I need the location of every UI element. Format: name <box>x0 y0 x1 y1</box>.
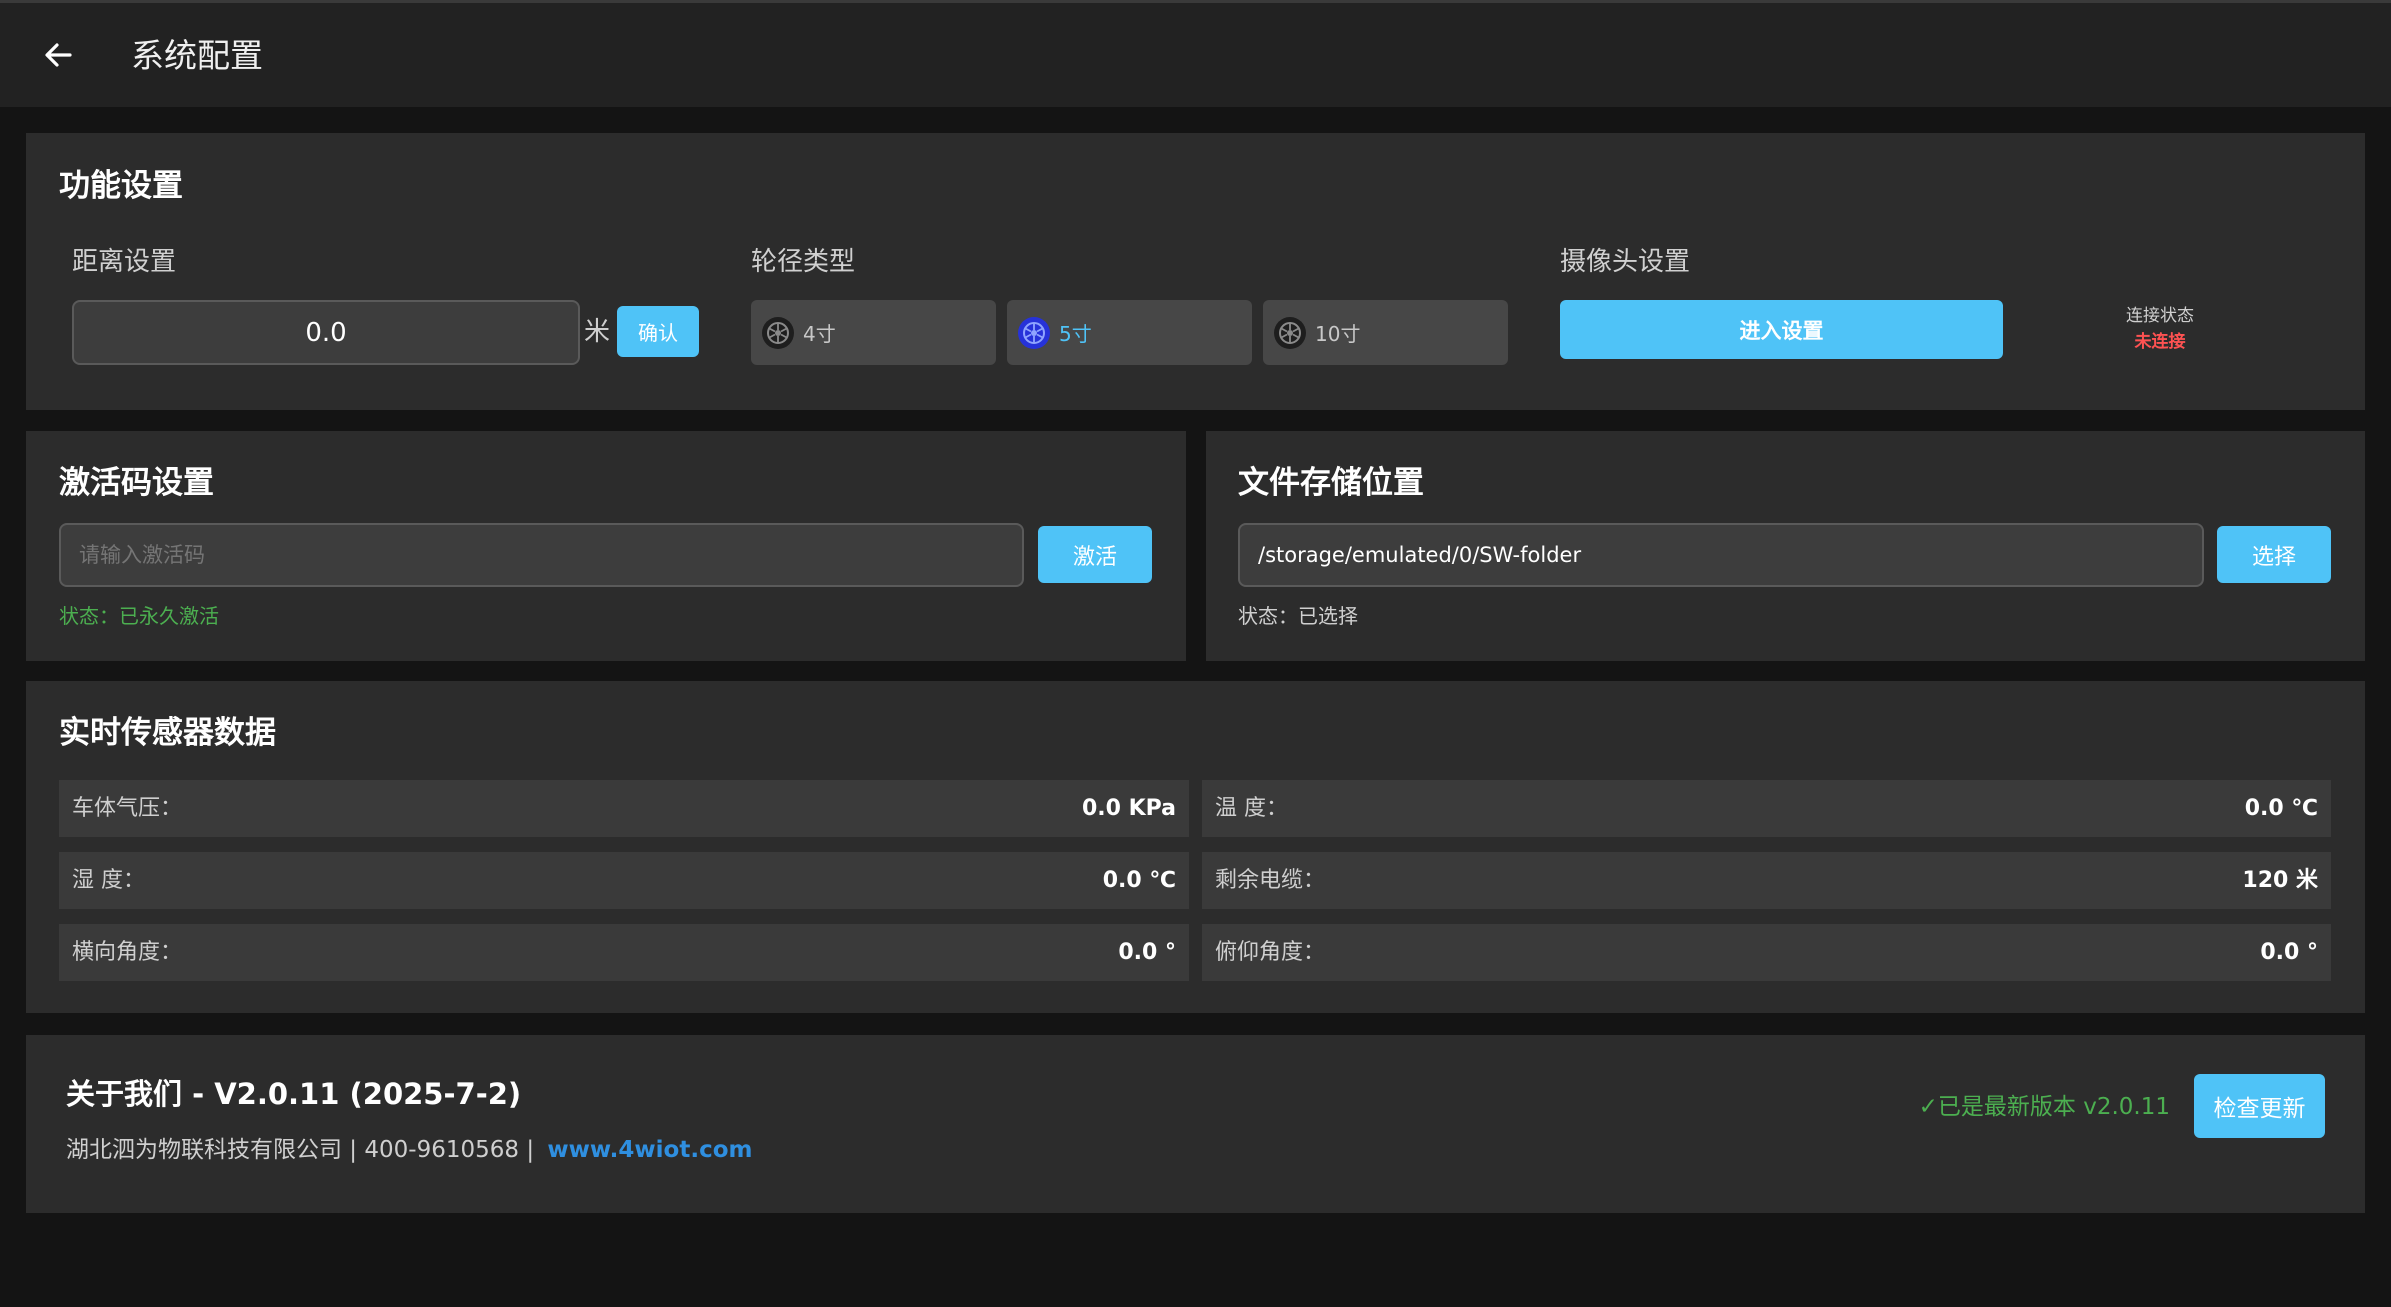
company-info: 湖北泗为物联科技有限公司 | 400-9610568 | <box>66 1137 535 1163</box>
sensor-value: 0.0 ℃ <box>1102 868 1176 893</box>
top-app-bar: 系统配置 <box>0 0 2391 107</box>
wheel-option-label: 4寸 <box>803 322 836 346</box>
distance-unit: 米 <box>584 317 611 347</box>
activate-button[interactable]: 激活 <box>1038 526 1152 583</box>
sensor-title: 实时传感器数据 <box>59 715 276 751</box>
about-panel <box>26 1035 2365 1213</box>
wheel-option-5[interactable]: 5寸 <box>1007 300 1252 365</box>
wheel-type-label: 轮径类型 <box>751 247 856 277</box>
wheel-option-label: 5寸 <box>1059 322 1092 346</box>
sensor-key: 剩余电缆： <box>1215 868 1326 893</box>
camera-settings-label: 摄像头设置 <box>1560 247 1691 277</box>
sensor-key: 湿 度： <box>72 868 145 893</box>
sensor-value: 0.0 ° <box>1118 940 1176 965</box>
sensor-key: 车体气压： <box>72 796 183 821</box>
sensor-row-cable: 剩余电缆： 120 米 <box>1202 852 2331 909</box>
connection-status-value: 未连接 <box>2134 332 2186 352</box>
about-title: 关于我们 - V2.0.11 (2025-7-2) <box>66 1077 522 1111</box>
sensor-key: 俯仰角度： <box>1215 940 1326 965</box>
function-settings-title: 功能设置 <box>59 168 183 204</box>
wheel-option-label: 10寸 <box>1315 322 1361 346</box>
sensor-row-pitch: 俯仰角度： 0.0 ° <box>1202 924 2331 981</box>
distance-label: 距离设置 <box>72 247 177 277</box>
website-link[interactable]: www.4wiot.com <box>547 1137 752 1163</box>
storage-status: 状态：已选择 <box>1238 604 1358 628</box>
activation-code-input[interactable] <box>59 523 1024 587</box>
wheel-option-10[interactable]: 10寸 <box>1263 300 1508 365</box>
sensor-value: 0.0 ° <box>2260 940 2318 965</box>
version-status: ✓已是最新版本 v2.0.11 <box>1918 1094 2170 1120</box>
sensor-row-pressure: 车体气压： 0.0 KPa <box>59 780 1189 837</box>
sensor-row-roll: 横向角度： 0.0 ° <box>59 924 1189 981</box>
storage-title: 文件存储位置 <box>1238 465 1424 501</box>
distance-confirm-button[interactable]: 确认 <box>617 306 699 357</box>
wheel-icon <box>1018 316 1050 349</box>
sensor-value: 0.0 ℃ <box>2244 796 2318 821</box>
choose-folder-button[interactable]: 选择 <box>2217 526 2331 583</box>
arrow-left-icon <box>45 43 72 67</box>
function-settings-panel <box>26 133 2365 410</box>
back-button[interactable] <box>38 33 78 77</box>
activation-title: 激活码设置 <box>59 465 214 501</box>
storage-path-input[interactable] <box>1238 523 2204 587</box>
page-title: 系统配置 <box>131 36 263 75</box>
connection-status-label: 连接状态 <box>2126 306 2194 326</box>
sensor-value: 0.0 KPa <box>1081 796 1176 821</box>
sensor-row-temperature: 温 度： 0.0 ℃ <box>1202 780 2331 837</box>
activation-status: 状态：已永久激活 <box>59 604 219 628</box>
check-update-button[interactable]: 检查更新 <box>2194 1074 2325 1138</box>
sensor-key: 温 度： <box>1215 796 1288 821</box>
sensor-value: 120 米 <box>2242 868 2318 893</box>
wheel-icon <box>762 316 794 349</box>
wheel-icon <box>1274 316 1306 349</box>
enter-camera-settings-button[interactable]: 进入设置 <box>1560 300 2003 359</box>
sensor-row-humidity: 湿 度： 0.0 ℃ <box>59 852 1189 909</box>
wheel-option-4[interactable]: 4寸 <box>751 300 996 365</box>
sensor-key: 横向角度： <box>72 940 183 965</box>
distance-input[interactable] <box>72 300 580 365</box>
about-company-line: 湖北泗为物联科技有限公司 | 400-9610568 | www.4wiot.c… <box>66 1133 752 1167</box>
